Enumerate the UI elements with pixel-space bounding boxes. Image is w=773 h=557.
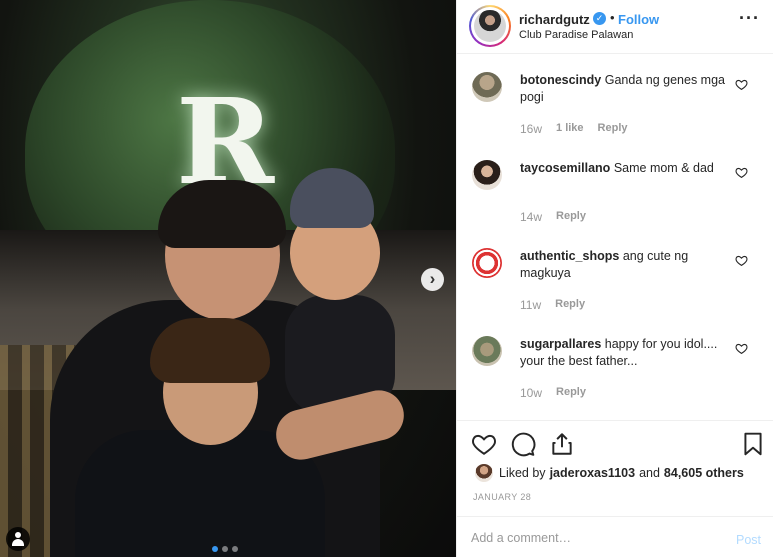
- comment-meta: 11w Reply: [520, 298, 585, 312]
- carousel-dot-active: [212, 546, 218, 552]
- post-comment-button[interactable]: Post: [736, 533, 761, 547]
- likes-summary: Liked by jaderoxas1103 and 84,605 others: [475, 463, 744, 483]
- liker-avatar[interactable]: [475, 464, 493, 482]
- comments-list[interactable]: botonescindy Ganda ng genes mga pogi 16w…: [457, 55, 773, 420]
- comment-time[interactable]: 16w: [520, 122, 542, 136]
- comment-like-count[interactable]: 1 like: [556, 122, 584, 136]
- comment-item: sugarpallares happy for you idol.... you…: [457, 319, 773, 407]
- add-comment-input[interactable]: [471, 527, 711, 549]
- comment-username[interactable]: sugarpallares: [520, 337, 601, 351]
- follow-button[interactable]: Follow: [618, 12, 659, 27]
- comment-reply-button[interactable]: Reply: [556, 210, 586, 224]
- user-tag-body: [12, 539, 24, 546]
- comment-icon[interactable]: [510, 431, 536, 457]
- comment-avatar[interactable]: [472, 160, 502, 190]
- comment-meta: 10w Reply: [520, 386, 586, 400]
- comment-time[interactable]: 10w: [520, 386, 542, 400]
- likes-prefix: Liked by: [499, 466, 546, 480]
- share-icon[interactable]: [549, 431, 575, 457]
- likes-count[interactable]: 84,605 others: [664, 466, 744, 480]
- post-author-username[interactable]: richardgutz: [519, 12, 590, 27]
- post-location[interactable]: Club Paradise Palawan: [519, 29, 633, 41]
- profile-avatar: [474, 10, 506, 42]
- post-photo[interactable]: R ›: [0, 0, 456, 557]
- comment-reply-button[interactable]: Reply: [555, 298, 585, 312]
- post-date[interactable]: JANUARY 28: [473, 492, 531, 502]
- comment-like-heart-icon[interactable]: [735, 78, 748, 91]
- comment-text: authentic_shops ang cute ng magkuya: [520, 248, 735, 282]
- comment-like-heart-icon[interactable]: [735, 342, 748, 355]
- add-comment-bar: Post: [457, 516, 773, 557]
- carousel-dot: [232, 546, 238, 552]
- user-tag-icon[interactable]: [6, 527, 30, 551]
- user-tag-head: [15, 532, 21, 538]
- comment-like-heart-icon[interactable]: [735, 254, 748, 267]
- verified-badge-icon: ✓: [593, 12, 606, 25]
- comment-meta: 14w Reply: [520, 210, 586, 224]
- post-header: richardgutz ✓ • Follow Club Paradise Pal…: [457, 0, 773, 54]
- comment-meta: 16w 1 like Reply: [520, 122, 628, 136]
- header-separator: •: [610, 10, 615, 25]
- heart-icon[interactable]: [471, 431, 497, 457]
- post-side-panel: richardgutz ✓ • Follow Club Paradise Pal…: [456, 0, 773, 557]
- avatar-ring-inner: [471, 7, 509, 45]
- post-actions-bar: [457, 420, 773, 465]
- comment-time[interactable]: 11w: [520, 298, 541, 312]
- comment-reply-button[interactable]: Reply: [598, 122, 628, 136]
- comment-username[interactable]: botonescindy: [520, 73, 601, 87]
- carousel-dot: [222, 546, 228, 552]
- more-options-icon[interactable]: ···: [739, 8, 760, 29]
- comment-avatar[interactable]: [472, 248, 502, 278]
- comment-username[interactable]: authentic_shops: [520, 249, 619, 263]
- comment-text: sugarpallares happy for you idol.... you…: [520, 336, 735, 370]
- photo-father-hair: [158, 180, 286, 248]
- likes-middle: and: [639, 466, 660, 480]
- comment-item: botonescindy Ganda ng genes mga pogi 16w…: [457, 55, 773, 143]
- comment-item: authentic_shops ang cute ng magkuya 11w …: [457, 231, 773, 319]
- liker-username[interactable]: jaderoxas1103: [550, 466, 636, 480]
- photo-boy-hair: [150, 318, 270, 383]
- carousel-next-button[interactable]: ›: [421, 268, 444, 291]
- bookmark-icon[interactable]: [740, 431, 766, 457]
- comment-avatar[interactable]: [472, 336, 502, 366]
- comment-like-heart-icon[interactable]: [735, 166, 748, 179]
- comment-reply-button[interactable]: Reply: [556, 386, 586, 400]
- comment-text: botonescindy Ganda ng genes mga pogi: [520, 72, 735, 106]
- comment-time[interactable]: 14w: [520, 210, 542, 224]
- profile-avatar-story-ring[interactable]: [469, 5, 511, 47]
- comment-avatar[interactable]: [472, 72, 502, 102]
- comment-text: taycosemillano Same mom & dad: [520, 160, 735, 177]
- carousel-pagination: [212, 546, 238, 552]
- comment-username[interactable]: taycosemillano: [520, 161, 610, 175]
- comment-item: taycosemillano Same mom & dad 14w Reply: [457, 143, 773, 231]
- comment-body: Same mom & dad: [613, 161, 714, 175]
